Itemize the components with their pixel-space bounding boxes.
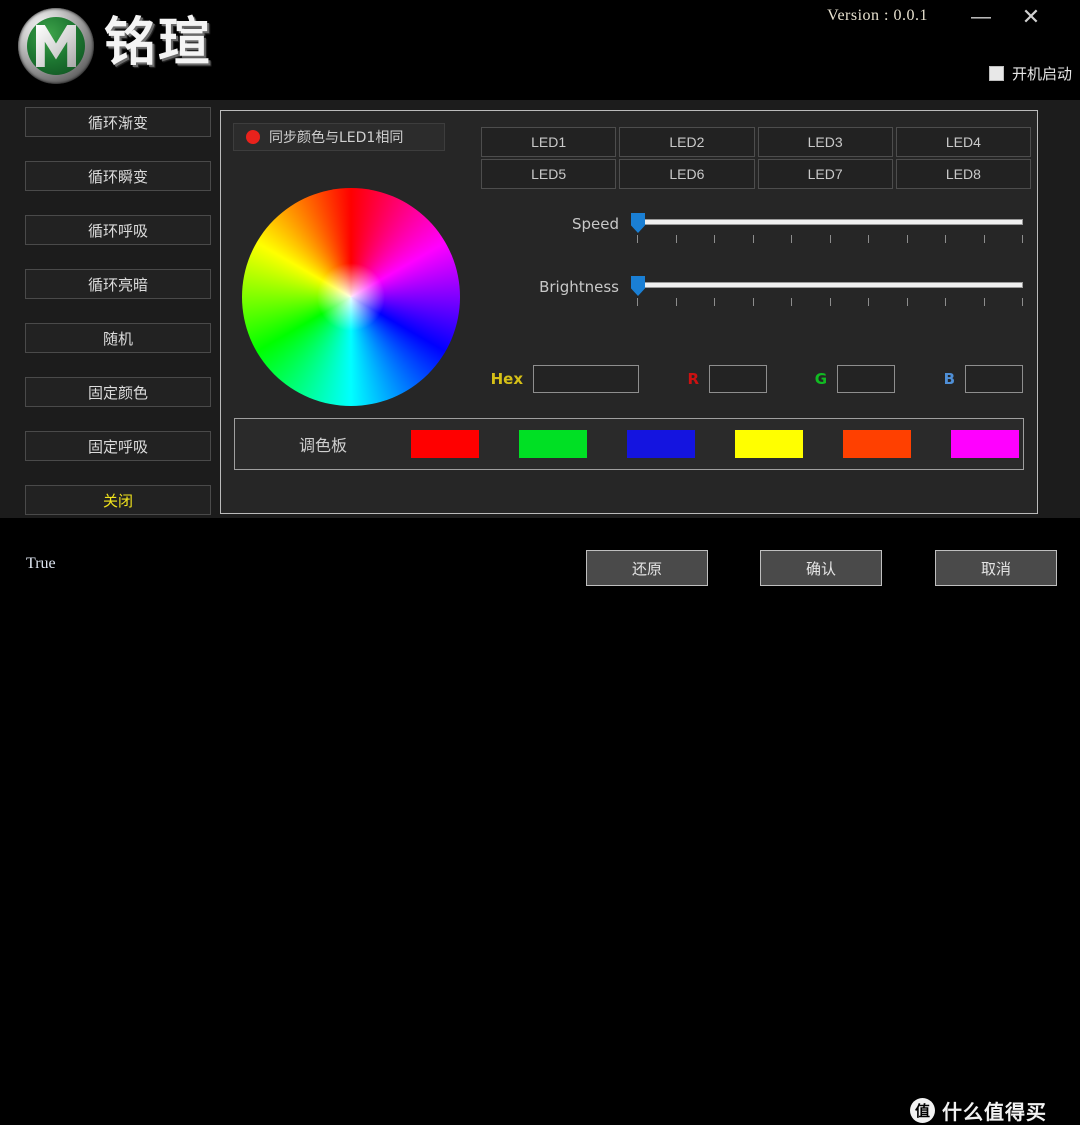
palette-swatch-3[interactable] <box>627 430 695 458</box>
led-button-1[interactable]: LED1 <box>481 127 617 157</box>
palette-swatch-6[interactable] <box>951 430 1019 458</box>
mode-button-1[interactable]: 循环渐变 <box>25 107 211 137</box>
led-button-3[interactable]: LED3 <box>757 127 893 157</box>
mode-button-7[interactable]: 固定呼吸 <box>25 431 211 461</box>
restore-button[interactable]: 还原 <box>586 550 708 586</box>
led-button-7[interactable]: LED7 <box>757 159 893 189</box>
brightness-slider[interactable] <box>631 274 1023 314</box>
effect-settings-panel: 同步颜色与LED1相同 LED1 LED2 LED3 LED4 LED5 LED6 LED7… <box>220 110 1038 514</box>
hex-input[interactable] <box>533 365 639 393</box>
led-button-6[interactable]: LED6 <box>619 159 755 189</box>
mode-button-2[interactable]: 循环瞬变 <box>25 161 211 191</box>
app-window: 铭瑄 Version : 0.0.1 ― ✕ 开机启动 循环渐变循环瞬变循环呼吸… <box>0 0 1080 1124</box>
led-selector-grid: LED1 LED2 LED3 LED4 LED5 LED6 LED7 LED8 <box>481 127 1031 189</box>
watermark-text: 什么值得买 <box>942 1100 1047 1124</box>
blue-label: B <box>943 370 955 388</box>
close-icon: ✕ <box>1021 4 1041 29</box>
cancel-button[interactable]: 取消 <box>935 550 1057 586</box>
speed-slider-label: Speed <box>571 215 619 233</box>
green-label: G <box>814 370 827 388</box>
sync-color-label: 同步颜色与LED1相同 <box>269 130 404 146</box>
brightness-slider-ticks <box>637 298 1023 306</box>
close-button[interactable]: ✕ <box>1018 5 1044 29</box>
mode-button-5[interactable]: 随机 <box>25 323 211 353</box>
status-text: True <box>26 555 56 572</box>
brand-name: 铭瑄 <box>104 13 213 73</box>
brand-logo-icon <box>18 8 94 84</box>
color-value-row: Hex R G B <box>479 364 1031 394</box>
speed-slider-thumb[interactable] <box>631 213 645 233</box>
palette-swatch-4[interactable] <box>735 430 803 458</box>
palette-swatch-1[interactable] <box>411 430 479 458</box>
red-label: R <box>687 370 699 388</box>
brightness-slider-label: Brightness <box>539 278 619 296</box>
mode-button-8[interactable]: 关闭 <box>25 485 211 515</box>
mode-button-4[interactable]: 循环亮暗 <box>25 269 211 299</box>
palette-bar: 调色板 <box>234 418 1024 470</box>
speed-slider-track[interactable] <box>637 219 1023 225</box>
red-input[interactable] <box>709 365 767 393</box>
startup-label: 开机启动 <box>1011 65 1072 83</box>
color-wheel[interactable] <box>242 188 460 406</box>
led-button-4[interactable]: LED4 <box>895 127 1031 157</box>
led-button-5[interactable]: LED5 <box>481 159 617 189</box>
sync-radio-icon[interactable] <box>246 130 260 144</box>
brightness-slider-row: Brightness <box>479 274 1031 316</box>
mode-sidebar: 循环渐变循环瞬变循环呼吸循环亮暗随机固定颜色固定呼吸关闭 <box>0 100 212 518</box>
startup-checkbox[interactable] <box>988 66 1004 81</box>
startup-toggle[interactable]: 开机启动 <box>988 63 1072 84</box>
hex-label: Hex <box>490 370 523 388</box>
brightness-slider-thumb[interactable] <box>631 276 645 296</box>
palette-swatch-5[interactable] <box>843 430 911 458</box>
minimize-button[interactable]: ― <box>968 5 994 29</box>
brand-logo: 铭瑄 <box>18 8 212 84</box>
sync-color-toggle[interactable]: 同步颜色与LED1相同 <box>233 123 445 151</box>
speed-slider[interactable] <box>631 211 1023 251</box>
led-button-2[interactable]: LED2 <box>619 127 755 157</box>
title-bar: 铭瑄 Version : 0.0.1 ― ✕ 开机启动 <box>0 0 1080 100</box>
mode-button-6[interactable]: 固定颜色 <box>25 377 211 407</box>
confirm-button[interactable]: 确认 <box>760 550 882 586</box>
version-label: Version : 0.0.1 <box>827 7 928 24</box>
watermark-badge-icon: 值 <box>910 1098 935 1123</box>
blue-input[interactable] <box>965 365 1023 393</box>
speed-slider-ticks <box>637 235 1023 243</box>
led-button-8[interactable]: LED8 <box>895 159 1031 189</box>
palette-title: 调色板 <box>298 436 347 455</box>
mode-button-3[interactable]: 循环呼吸 <box>25 215 211 245</box>
green-input[interactable] <box>837 365 895 393</box>
palette-swatch-2[interactable] <box>519 430 587 458</box>
brightness-slider-track[interactable] <box>637 282 1023 288</box>
minimize-icon: ― <box>971 6 991 28</box>
footer-bar: True 还原 确认 取消 值 什么值得买 <box>0 518 1080 1124</box>
speed-slider-row: Speed <box>479 211 1031 253</box>
watermark: 值 什么值得买 <box>910 1096 1047 1125</box>
